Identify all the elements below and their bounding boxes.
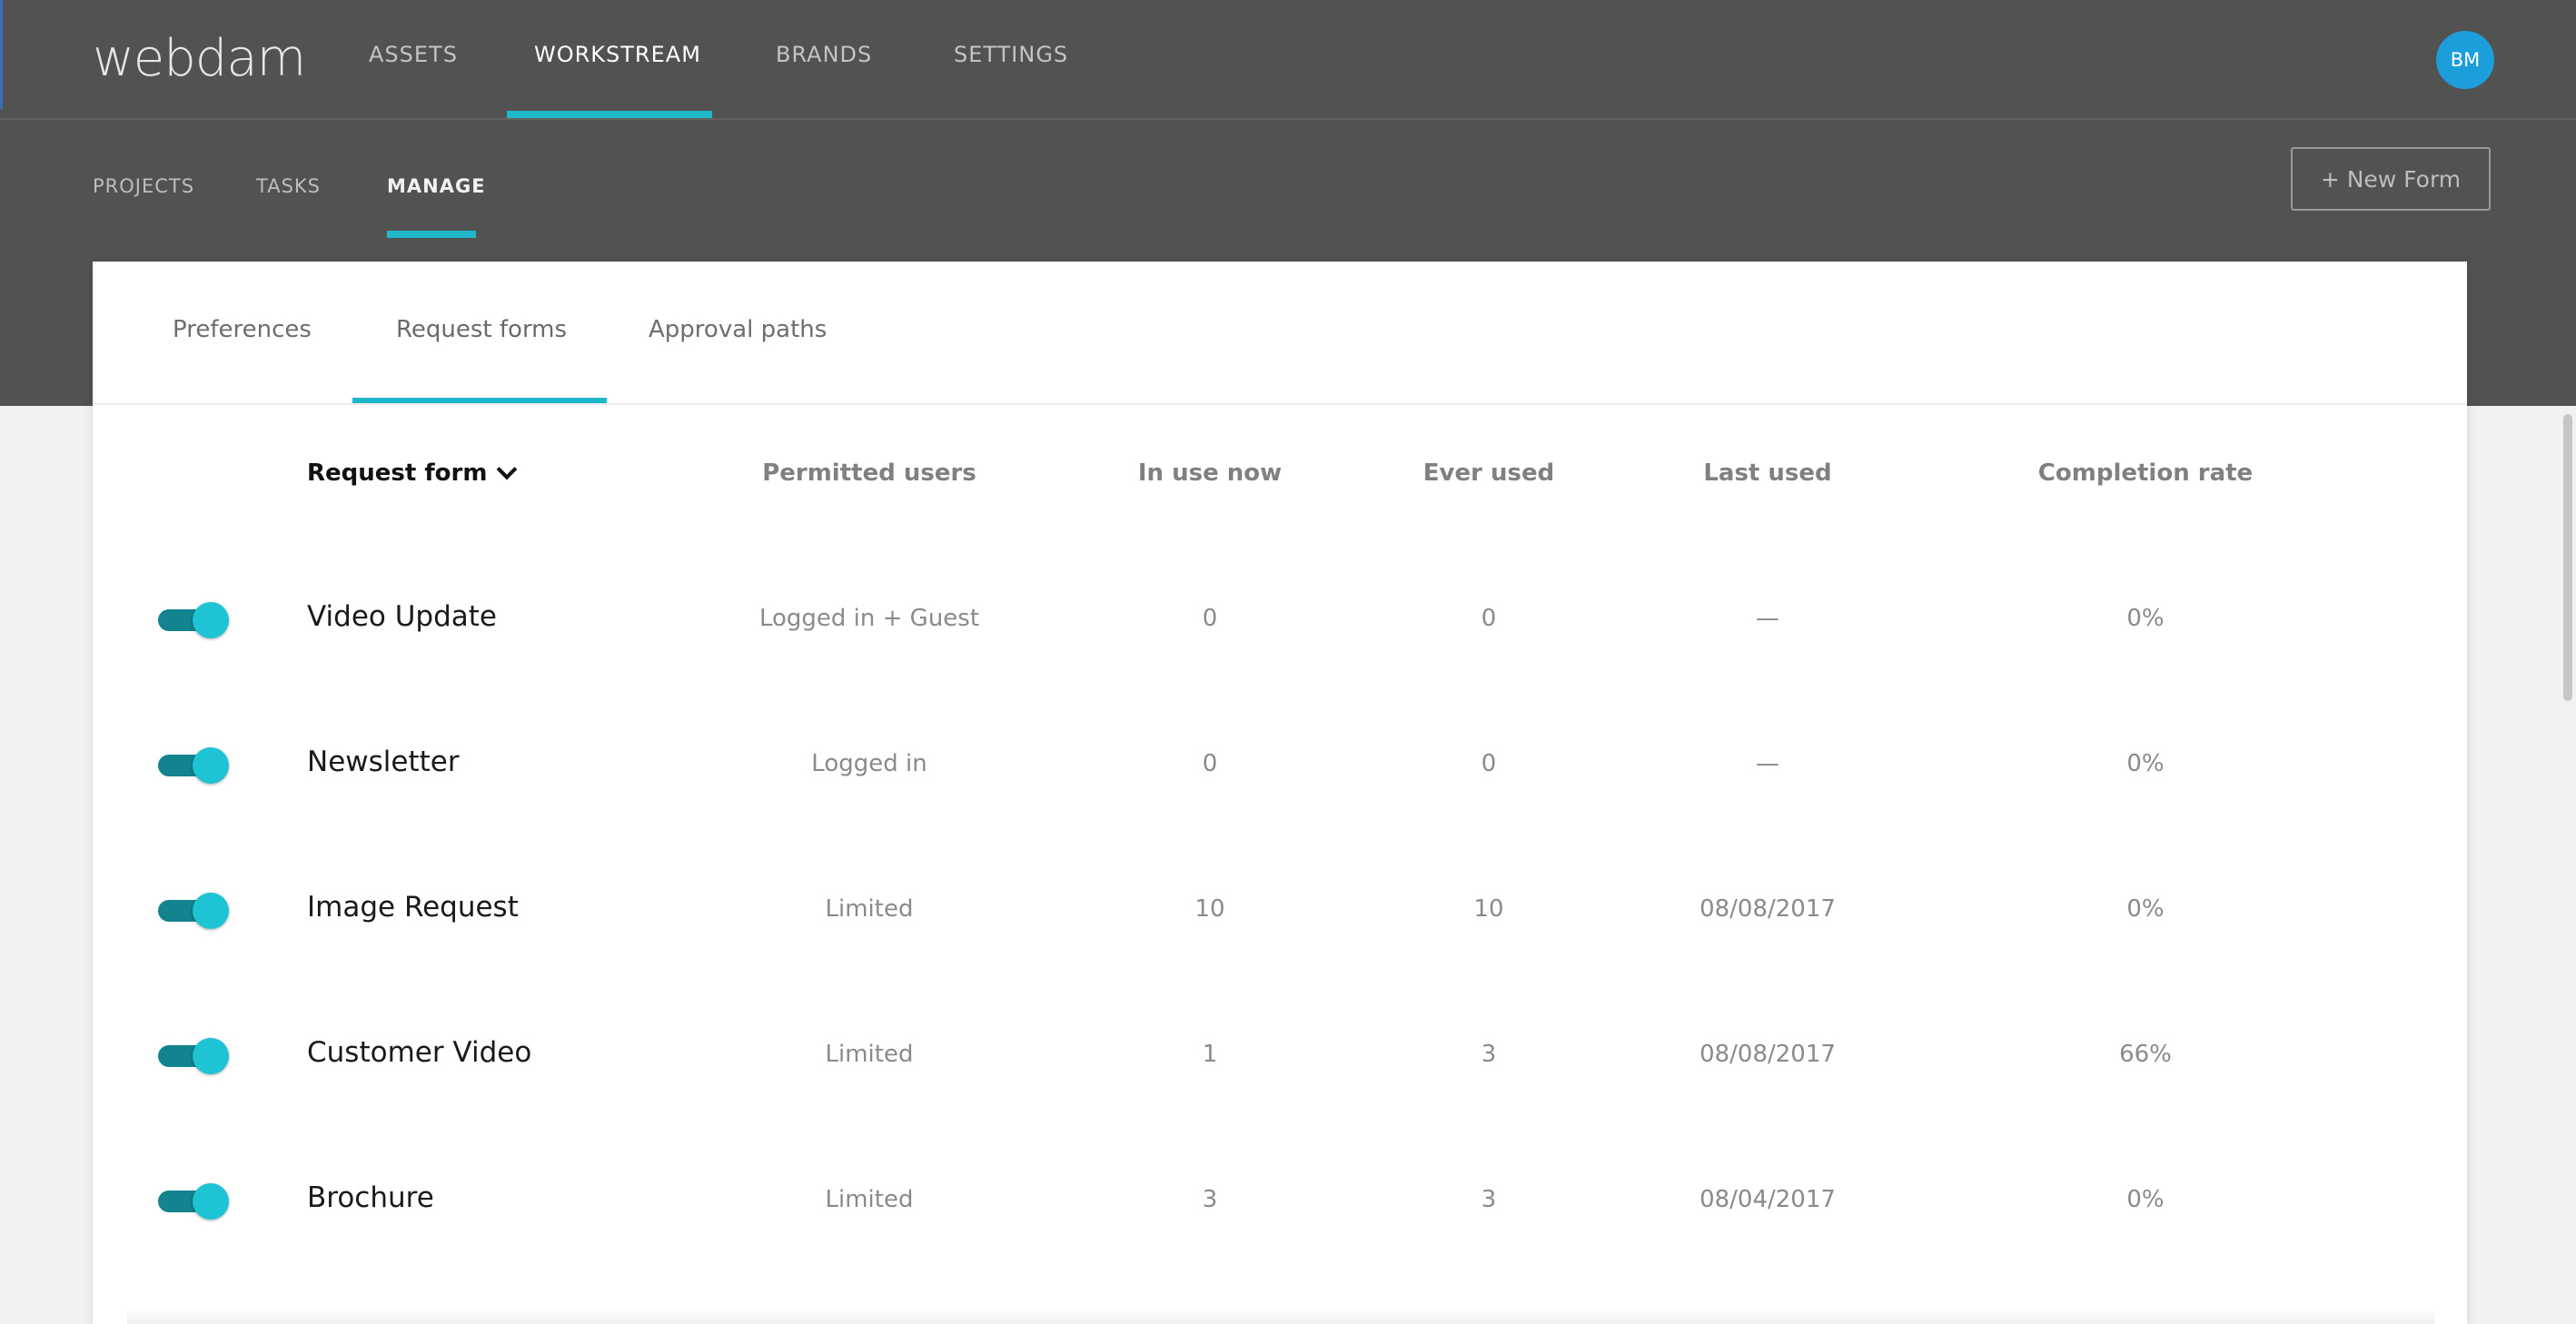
toggle-knob [193, 1183, 229, 1220]
table-bottom-fade [127, 1308, 2434, 1324]
subnav-active-indicator [387, 231, 476, 238]
last-used: — [1756, 750, 1779, 777]
ever-used: 0 [1481, 605, 1497, 632]
in-use-now: 10 [1194, 895, 1225, 923]
last-used: — [1756, 605, 1779, 632]
form-name[interactable]: Video Update [307, 600, 497, 633]
form-name[interactable]: Customer Video [307, 1036, 531, 1069]
window-edge [0, 0, 3, 109]
last-used: 08/08/2017 [1699, 1041, 1836, 1068]
nav-active-indicator [507, 111, 712, 118]
in-use-now: 1 [1202, 1041, 1218, 1068]
scrollbar-thumb[interactable] [2563, 414, 2572, 701]
enabled-toggle[interactable] [158, 1181, 231, 1221]
new-form-button[interactable]: + New Form [2291, 147, 2491, 211]
header-ever-used[interactable]: Ever used [1423, 459, 1554, 487]
permitted-users: Limited [825, 1186, 914, 1213]
in-use-now: 3 [1202, 1186, 1218, 1213]
enabled-toggle[interactable] [158, 1036, 231, 1076]
toggle-knob [193, 747, 229, 784]
nav-divider [0, 118, 2576, 120]
subnav-tasks[interactable]: TASKS [256, 175, 321, 197]
enabled-toggle[interactable] [158, 746, 231, 786]
webdam-logo[interactable]: webdam [93, 29, 306, 88]
header-in-use-now[interactable]: In use now [1138, 459, 1282, 487]
permitted-users: Logged in [811, 750, 927, 777]
header-request-form[interactable]: Request form [307, 459, 518, 487]
completion-rate: 0% [2126, 1186, 2165, 1213]
tab-preferences[interactable]: Preferences [173, 316, 312, 343]
nav-workstream[interactable]: WORKSTREAM [534, 42, 701, 67]
nav-settings[interactable]: SETTINGS [954, 42, 1068, 67]
chevron-down-icon [497, 459, 518, 480]
completion-rate: 0% [2126, 750, 2165, 777]
header-completion-rate[interactable]: Completion rate [2038, 459, 2253, 487]
request-forms-card: Preferences Request forms Approval paths… [93, 262, 2467, 1324]
nav-assets[interactable]: ASSETS [369, 42, 458, 67]
table-row: Newsletter Logged in 0 0 — 0% [93, 727, 2467, 800]
tab-approval-paths[interactable]: Approval paths [649, 316, 827, 343]
subnav-projects[interactable]: PROJECTS [93, 175, 194, 197]
in-use-now: 0 [1202, 605, 1218, 632]
header-last-used[interactable]: Last used [1703, 459, 1831, 487]
permitted-users: Limited [825, 895, 914, 923]
ever-used: 3 [1481, 1186, 1497, 1213]
form-name[interactable]: Newsletter [307, 746, 460, 778]
toggle-knob [193, 893, 229, 929]
toggle-knob [193, 602, 229, 638]
completion-rate: 0% [2126, 605, 2165, 632]
last-used: 08/04/2017 [1699, 1186, 1836, 1213]
user-avatar[interactable]: BM [2436, 31, 2494, 89]
header-request-form-label: Request form [307, 459, 488, 487]
ever-used: 3 [1481, 1041, 1497, 1068]
enabled-toggle[interactable] [158, 891, 231, 931]
toggle-knob [193, 1038, 229, 1074]
tabs-divider [93, 403, 2467, 405]
permitted-users: Logged in + Guest [758, 605, 980, 632]
table-row: Customer Video Limited 1 3 08/08/2017 66… [93, 1018, 2467, 1091]
completion-rate: 66% [2119, 1041, 2172, 1068]
subnav-manage[interactable]: MANAGE [387, 175, 486, 197]
completion-rate: 0% [2126, 895, 2165, 923]
table-row: Image Request Limited 10 10 08/08/2017 0… [93, 873, 2467, 945]
header-permitted-users[interactable]: Permitted users [762, 459, 976, 487]
tab-request-forms[interactable]: Request forms [396, 316, 567, 343]
form-name[interactable]: Brochure [307, 1181, 434, 1214]
form-name[interactable]: Image Request [307, 891, 519, 924]
nav-brands[interactable]: BRANDS [776, 42, 872, 67]
table-row: Video Update Logged in + Guest 0 0 — 0% [93, 582, 2467, 655]
table-row: Brochure Limited 3 3 08/04/2017 0% [93, 1163, 2467, 1236]
ever-used: 0 [1481, 750, 1497, 777]
permitted-users: Limited [825, 1041, 914, 1068]
last-used: 08/08/2017 [1699, 895, 1836, 923]
in-use-now: 0 [1202, 750, 1218, 777]
ever-used: 10 [1473, 895, 1504, 923]
enabled-toggle[interactable] [158, 600, 231, 640]
